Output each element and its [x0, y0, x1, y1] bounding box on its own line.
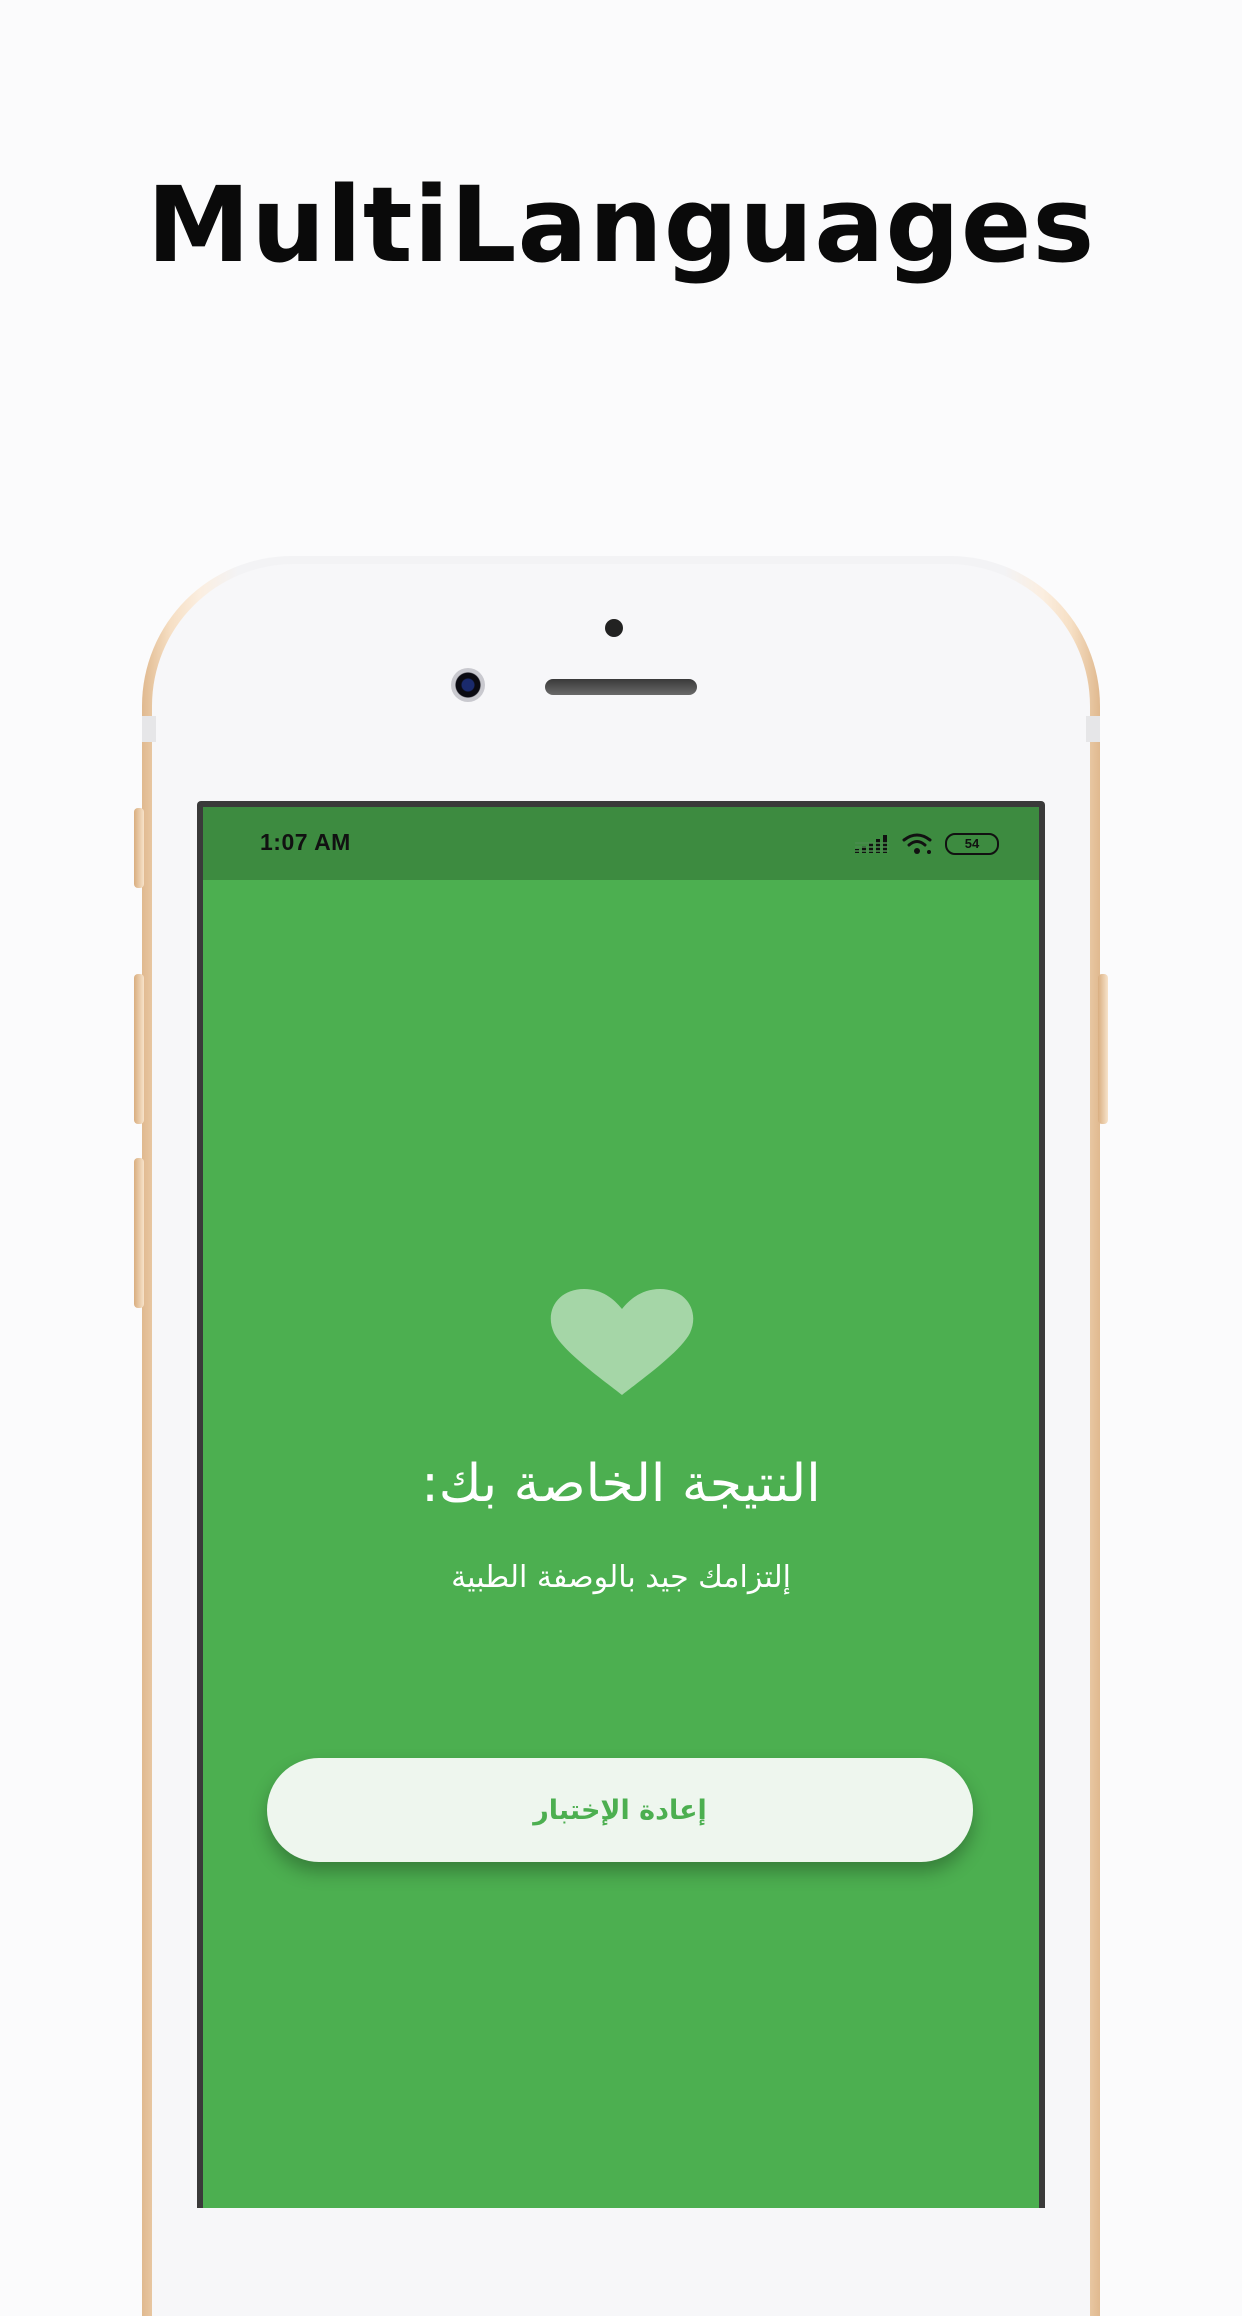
volume-down-button: [134, 1158, 144, 1308]
wifi-icon: [902, 833, 932, 854]
earpiece-speaker: [545, 679, 697, 695]
promo-title: MultiLanguages: [146, 164, 1096, 286]
heart-icon: [550, 1289, 694, 1395]
volume-up-button: [134, 974, 144, 1124]
front-camera: [451, 668, 485, 702]
result-message: إلتزامك جيد بالوصفة الطبية: [451, 1560, 791, 1595]
app-screen: 1:07 AM 54 النتيجة الخاصة بك: إلتزامك جي…: [203, 807, 1039, 2208]
antenna-band-left: [142, 716, 156, 742]
antenna-band-right: [1086, 716, 1100, 742]
result-heading: النتيجة الخاصة بك:: [421, 1454, 821, 1514]
proximity-sensor: [605, 619, 623, 637]
power-button: [1098, 974, 1108, 1124]
mute-switch: [134, 808, 144, 888]
status-time: 1:07 AM: [260, 829, 351, 855]
status-bar: 1:07 AM 54: [203, 807, 1039, 880]
battery-icon: 54: [945, 833, 999, 855]
signal-icon: [855, 835, 889, 853]
status-icons: 54: [855, 831, 999, 857]
retest-button[interactable]: إعادة الإختبار: [267, 1758, 973, 1862]
phone-screen-bezel: 1:07 AM 54 النتيجة الخاصة بك: إلتزامك جي…: [197, 801, 1045, 2208]
